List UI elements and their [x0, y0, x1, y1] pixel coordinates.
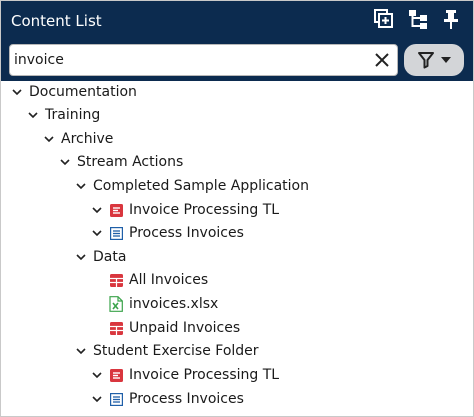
add-to-collection-icon[interactable]	[372, 7, 396, 31]
report-table-icon	[109, 320, 123, 336]
tree-node-label: Student Exercise Folder	[93, 343, 259, 359]
chevron-down-icon[interactable]	[91, 393, 103, 405]
chevron-down-icon[interactable]	[27, 109, 39, 121]
tree-node-process-invoices[interactable]: Process Invoices	[91, 222, 244, 244]
tree-node-invoices-xlsx[interactable]: invoices.xlsx	[91, 293, 218, 315]
pin-icon[interactable]	[439, 7, 463, 31]
tree-node-label: Process Invoices	[129, 225, 244, 241]
close-icon	[375, 53, 389, 67]
tree-node-label: Training	[45, 107, 101, 123]
tree-node-label: Data	[93, 249, 127, 265]
tree-node-student-exercise-folder[interactable]: Student Exercise Folder	[75, 340, 259, 362]
clear-search-button[interactable]	[372, 50, 392, 70]
tree-node-training[interactable]: Training	[27, 104, 100, 126]
tree-node-label: Archive	[61, 131, 114, 147]
process-flow-icon	[109, 391, 123, 407]
tree-node-invoice-processing-tl[interactable]: Invoice Processing TL	[91, 199, 279, 221]
panel-header: Content List	[1, 1, 473, 81]
report-table-icon	[109, 272, 123, 288]
tree-node-label: All Invoices	[129, 272, 209, 288]
tree-node-invoice-processing-tl-2[interactable]: Invoice Processing TL	[91, 364, 279, 386]
chevron-down-icon[interactable]	[75, 180, 87, 192]
tree-node-label: Documentation	[29, 84, 137, 100]
search-input[interactable]	[14, 48, 364, 72]
caret-down-icon	[441, 57, 451, 63]
tree-node-stream-actions[interactable]: Stream Actions	[59, 151, 183, 173]
filter-icon	[418, 52, 434, 69]
tree-node-data[interactable]: Data	[75, 246, 126, 268]
search-field	[9, 44, 398, 76]
tree-node-label: Invoice Processing TL	[129, 202, 280, 218]
hierarchy-icon[interactable]	[406, 7, 430, 31]
tree-node-archive[interactable]: Archive	[43, 128, 113, 150]
process-flow-icon	[109, 225, 123, 241]
chevron-down-icon[interactable]	[91, 369, 103, 381]
chevron-down-icon[interactable]	[91, 204, 103, 216]
transformation-icon	[109, 202, 123, 218]
chevron-down-icon[interactable]	[43, 133, 55, 145]
tree-node-label: Unpaid Invoices	[129, 320, 241, 336]
tree-node-label: Completed Sample Application	[93, 178, 309, 194]
tree-node-label: invoices.xlsx	[129, 296, 219, 312]
chevron-down-icon[interactable]	[75, 345, 87, 357]
chevron-down-icon[interactable]	[91, 227, 103, 239]
chevron-down-icon[interactable]	[11, 86, 23, 98]
transformation-icon	[109, 367, 123, 383]
chevron-down-icon[interactable]	[75, 251, 87, 263]
tree-node-label: Stream Actions	[77, 154, 184, 170]
filter-button[interactable]	[404, 44, 464, 76]
excel-file-icon	[109, 296, 123, 312]
tree-node-all-invoices[interactable]: All Invoices	[91, 269, 208, 291]
chevron-down-icon[interactable]	[59, 156, 71, 168]
tree-node-completed-sample-application[interactable]: Completed Sample Application	[75, 175, 309, 197]
tree-node-label: Process Invoices	[129, 391, 244, 407]
panel-title: Content List	[11, 12, 102, 30]
tree-node-unpaid-invoices[interactable]: Unpaid Invoices	[91, 317, 240, 339]
tree-node-process-invoices-2[interactable]: Process Invoices	[91, 388, 244, 410]
content-list-panel: Content List invoice Documentation Train…	[0, 0, 474, 417]
tree-node-label: Invoice Processing TL	[129, 367, 280, 383]
tree-node-documentation[interactable]: Documentation	[11, 81, 137, 103]
